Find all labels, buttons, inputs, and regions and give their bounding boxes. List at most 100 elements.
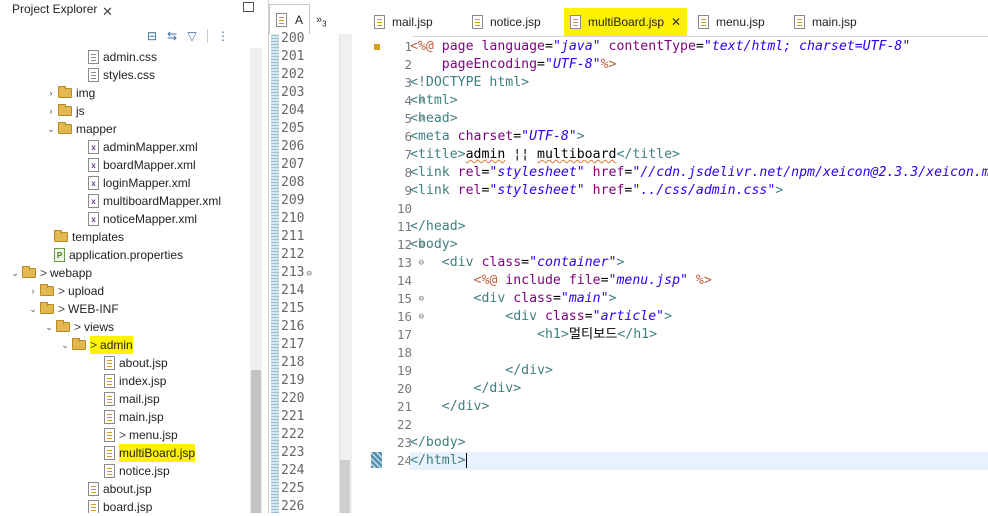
tree-scrollbar-thumb[interactable] xyxy=(251,370,261,513)
code-line[interactable]: <!DOCTYPE html> xyxy=(410,74,529,92)
chevron-down-icon[interactable]: ⌄ xyxy=(46,120,56,138)
close-icon[interactable]: ✕ xyxy=(102,4,113,20)
collapse-all-icon[interactable]: ⊟ xyxy=(144,28,160,44)
code-line[interactable]: <%@ page language="java" contentType="te… xyxy=(410,38,910,56)
warning-marker-icon[interactable] xyxy=(374,44,380,50)
tree-item-label-wrap: boardMapper.xml xyxy=(103,156,196,174)
tree-item[interactable]: mail.jsp xyxy=(92,390,160,408)
tree-item[interactable]: ⌄ > admin xyxy=(60,336,133,354)
project-explorer-tab[interactable]: Project Explorer xyxy=(0,2,97,24)
tree-item[interactable]: x adminMapper.xml xyxy=(76,138,198,156)
code-token: <h1> xyxy=(537,327,569,342)
tree-item[interactable]: ⌄ > views xyxy=(44,318,114,336)
tree-item[interactable]: multiBoard.jsp xyxy=(92,444,196,462)
code-line[interactable]: <div class="container"> xyxy=(410,254,625,272)
outline-scrollbar[interactable] xyxy=(339,34,352,513)
code-token: <link xyxy=(410,165,458,180)
code-line[interactable]: </body> xyxy=(410,434,466,452)
tree-item[interactable]: x noticeMapper.xml xyxy=(76,210,197,228)
line-number: 24 xyxy=(386,452,412,470)
editor-tab-main[interactable]: main.jsp xyxy=(794,8,857,36)
more-tabs-button[interactable]: »3 xyxy=(310,4,333,28)
tree-item[interactable]: index.jsp xyxy=(92,372,166,390)
code-line[interactable]: </head> xyxy=(410,218,466,236)
code-line[interactable]: <meta charset="UTF-8"> xyxy=(410,128,585,146)
chevron-down-icon[interactable]: ⌄ xyxy=(28,300,38,318)
code-line[interactable]: <div class="main"> xyxy=(410,290,617,308)
tree-item[interactable]: notice.jsp xyxy=(92,462,170,480)
tree-item[interactable]: templates xyxy=(42,228,124,246)
tree-item[interactable]: › img xyxy=(46,84,95,102)
code-line[interactable]: <title>admin ¦¦ multiboard</title> xyxy=(410,146,680,164)
code-area[interactable]: <%@ page language="java" contentType="te… xyxy=(410,36,988,513)
tree-item[interactable]: › > upload xyxy=(28,282,104,300)
code-line[interactable]: <body> xyxy=(410,236,458,254)
chevron-right-icon[interactable]: › xyxy=(46,102,56,120)
tree-item[interactable]: about.jsp xyxy=(76,480,152,498)
chevron-down-icon[interactable]: ⌄ xyxy=(44,318,54,336)
tree-item[interactable]: about.jsp xyxy=(92,354,168,372)
tree-item-label-wrap: > menu.jsp xyxy=(119,426,178,444)
tree-item-label-wrap: notice.jsp xyxy=(119,462,170,480)
code-line[interactable]: </div> xyxy=(410,362,553,380)
tree-item[interactable]: x loginMapper.xml xyxy=(76,174,190,192)
chevron-right-icon[interactable]: › xyxy=(46,84,56,102)
editor-tab-menu[interactable]: menu.jsp xyxy=(698,8,765,36)
editor-tab-notice[interactable]: notice.jsp xyxy=(472,8,541,36)
code-line[interactable]: <%@ include file="menu.jsp" %> xyxy=(410,272,712,290)
code-line[interactable]: <div class="article"> xyxy=(410,308,672,326)
tree-item-label: admin.css xyxy=(103,50,158,64)
code-line[interactable]: <head> xyxy=(410,110,458,128)
jsp-file-icon xyxy=(104,464,115,478)
chevron-down-icon[interactable]: ⌄ xyxy=(60,336,70,354)
chevron-down-icon[interactable]: ⌄ xyxy=(10,264,20,282)
tree-item[interactable]: ⌄ > WEB-INF xyxy=(28,300,119,318)
tree-item[interactable]: › js xyxy=(46,102,85,120)
tree-item-label-wrap: js xyxy=(76,102,85,120)
tree-item-label-wrap: board.jsp xyxy=(103,498,152,513)
code-line[interactable]: <link rel="stylesheet" href="//cdn.jsdel… xyxy=(410,164,988,182)
editor-tab-multiboard[interactable]: multiBoard.jsp ✕ xyxy=(564,8,688,36)
tree-item[interactable]: main.jsp xyxy=(92,408,164,426)
chevron-right-icon[interactable]: › xyxy=(28,282,38,300)
code-line[interactable]: pageEncoding="UTF-8"%> xyxy=(410,56,617,74)
close-icon[interactable]: ✕ xyxy=(671,15,681,29)
outline-line-number-text: 207 xyxy=(281,157,305,172)
code-line[interactable]: <html> xyxy=(410,92,458,110)
code-token: <title> xyxy=(410,147,466,162)
outline-line-number: 224 xyxy=(281,462,304,480)
code-line[interactable]: <h1>멀티보드</h1> xyxy=(410,326,657,344)
code-line[interactable]: </div> xyxy=(410,380,522,398)
tree-item[interactable]: ⌄ mapper xyxy=(46,120,117,138)
maximize-icon[interactable] xyxy=(243,2,254,12)
outline-line-number-text: 226 xyxy=(281,499,305,514)
tree-item[interactable]: Papplication.properties xyxy=(42,246,183,264)
code-token: <!DOCTYPE html> xyxy=(410,75,530,90)
folder-icon xyxy=(40,284,54,296)
code-token: <meta xyxy=(410,129,458,144)
tree-item-label-wrap: mapper xyxy=(76,120,117,138)
editor-tab-mail[interactable]: mail.jsp xyxy=(374,8,433,36)
fold-collapse-icon[interactable]: ⊖ xyxy=(306,269,311,279)
folder-icon xyxy=(72,338,86,350)
tree-item[interactable]: > menu.jsp xyxy=(92,426,178,444)
more-tabs-count: 3 xyxy=(322,19,327,29)
outgoing-change-marker: > xyxy=(40,266,48,280)
properties-file-icon: P xyxy=(54,248,65,262)
code-line[interactable]: </div> xyxy=(410,398,490,416)
code-token: "text/html; charset=UTF-8" xyxy=(703,39,911,54)
code-line[interactable]: <link rel="stylesheet" href="../css/admi… xyxy=(410,182,783,200)
tree-item[interactable]: admin.css xyxy=(76,48,157,66)
view-menu-icon[interactable]: ⋮ xyxy=(215,28,231,44)
tree-item[interactable]: x multiboardMapper.xml xyxy=(76,192,221,210)
jsp-file-icon xyxy=(570,15,581,29)
tree-item[interactable]: x boardMapper.xml xyxy=(76,156,196,174)
tree-item-label: noticeMapper.xml xyxy=(103,212,198,226)
filter-icon[interactable]: ▽ xyxy=(184,28,200,44)
outline-scrollbar-thumb[interactable] xyxy=(340,460,350,513)
tree-item[interactable]: styles.css xyxy=(76,66,155,84)
link-with-editor-icon[interactable]: ⇆ xyxy=(164,28,180,44)
tree-item[interactable]: board.jsp xyxy=(76,498,152,513)
code-line[interactable]: </html> xyxy=(410,452,988,470)
tree-item[interactable]: ⌄ > webapp xyxy=(10,264,92,282)
